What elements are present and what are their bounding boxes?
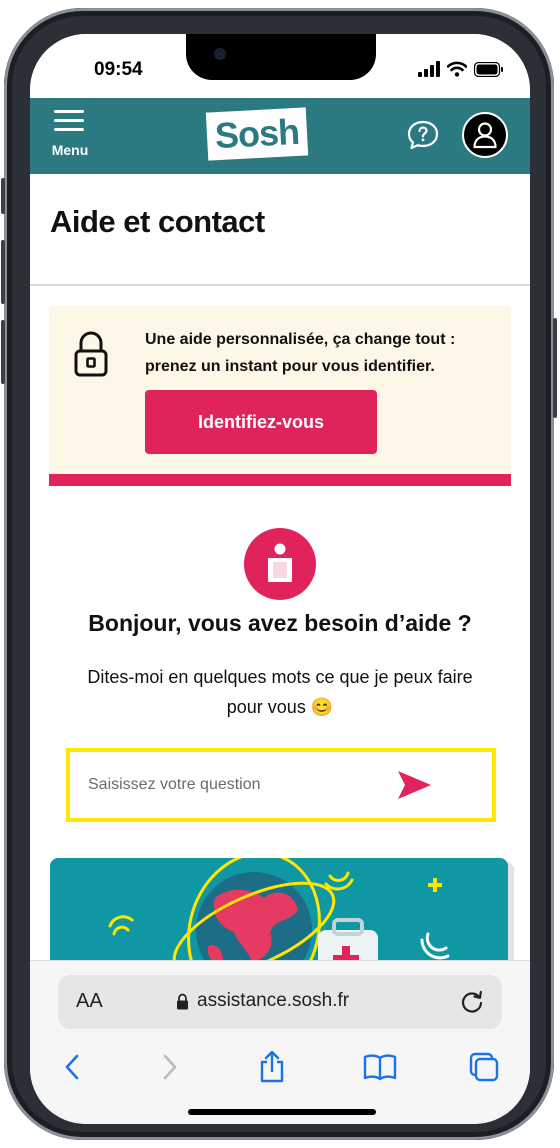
address-bar[interactable]: AA assistance.sosh.fr [58,975,502,1029]
clock: 09:54 [94,59,143,80]
back-button[interactable] [52,1047,92,1087]
question-input[interactable] [88,770,388,800]
signal-icon [418,61,440,77]
status-icons [418,60,504,78]
identify-button[interactable]: Identifiez-vous [145,390,377,454]
login-message: Une aide personnalisée, ça change tout :… [145,331,456,375]
battery-icon [474,61,503,77]
login-banner: Une aide personnalisée, ça change tout :… [49,306,511,486]
share-button[interactable] [252,1047,292,1087]
help-chat-button[interactable] [406,118,440,152]
bookmarks-button[interactable] [360,1047,400,1087]
site-header: Menu Sosh [30,98,530,174]
logo-text: Sosh [213,110,300,157]
lock-icon [177,993,188,1009]
reload-icon [461,990,483,1013]
volume-up-button [1,240,5,304]
assistant-intro: Dites-moi en quelques mots ce que je peu… [87,667,473,717]
page-title: Aide et contact [50,204,265,239]
divider [30,284,530,286]
volume-down-button [1,320,5,384]
menu-label: Menu [51,142,89,158]
wifi-icon [447,61,467,77]
send-icon [398,771,431,799]
mute-switch [1,178,5,214]
hamburger-icon [54,110,84,137]
sosh-logo[interactable]: Sosh [205,107,309,161]
login-banner-accent-bar [49,474,511,486]
url-text: assistance.sosh.fr [197,990,350,1011]
lock-icon [74,331,108,377]
forward-button[interactable] [150,1047,190,1087]
tabs-icon [469,1052,499,1082]
info-icon [244,528,316,600]
menu-button[interactable]: Menu [44,108,96,164]
forward-icon [163,1054,177,1080]
status-bar: 09:54 [30,34,530,98]
back-icon [65,1054,79,1080]
url-display[interactable]: assistance.sosh.fr [176,990,349,1012]
notch [186,34,376,80]
home-indicator [188,1109,376,1115]
question-box [66,748,496,822]
browser-toolbar: AA assistance.sosh.fr [30,960,530,1124]
text-size-button[interactable]: AA [76,990,103,1013]
phone-frame: 09:54 Menu Sosh Aide et contact Une aide… [1,8,557,1140]
user-icon [473,122,497,149]
assistant-greeting: Bonjour, vous avez besoin d’aide ? [88,610,472,636]
browser-nav-row [30,1047,530,1087]
share-icon [260,1050,284,1083]
camera [214,48,226,60]
account-button[interactable] [462,112,508,158]
reload-button[interactable] [458,988,486,1016]
power-button [553,318,557,418]
chat-question-icon [407,120,439,150]
screen: 09:54 Menu Sosh Aide et contact Une aide… [30,34,530,1124]
bookmarks-icon [363,1054,397,1081]
tabs-button[interactable] [464,1047,504,1087]
send-button[interactable] [394,768,434,802]
